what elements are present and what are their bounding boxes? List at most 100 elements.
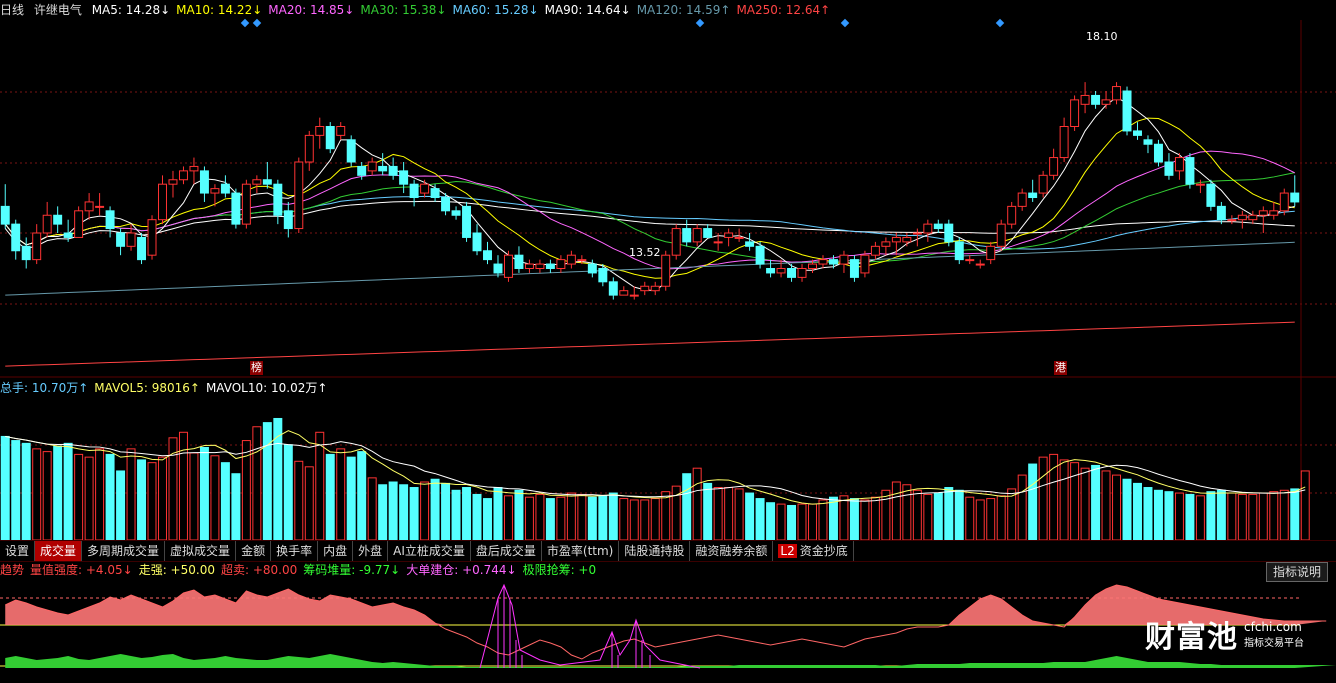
candle-body [514,254,524,269]
volume-bar [210,455,220,541]
tab-label: 成交量 [40,544,77,558]
candle-body [587,263,597,274]
candle-body [1269,210,1279,216]
indicator-legend-item-0: 趋势 [0,563,25,577]
tab-1[interactable]: 成交量 [35,541,83,561]
candle-body [556,259,566,269]
volume-bar [1279,489,1289,541]
tab-3[interactable]: 虚拟成交量 [165,541,237,561]
volume-bar [944,487,954,541]
candle-body [849,259,859,278]
volume-bar [923,493,933,541]
candle-body [0,205,10,225]
tab-4[interactable]: 金额 [236,541,272,561]
signal-diamond [995,18,1005,28]
tab-13[interactable]: L2 资金抄底 [773,541,854,561]
tab-7[interactable]: 外盘 [353,541,389,561]
volume-bar [776,503,786,541]
volume-legend-items: 总手: 10.70万↑ MAVOL5: 98016↑ MAVOL10: 10.02万… [0,381,333,395]
tab-6[interactable]: 内盘 [318,541,354,561]
volume-bar [745,492,755,541]
candle-body [462,205,472,238]
volume-bar [713,487,723,541]
candle-body [430,188,440,198]
volume-bar [1017,474,1027,541]
indicator-legend-item-4: 筹码堆量: -9.77↓ [303,563,401,577]
volume-bar [598,495,608,541]
volume-bar [378,484,388,541]
volume-bar [483,498,492,541]
candle-body [451,210,461,216]
candle-body [1164,161,1174,176]
candle-body [912,232,922,235]
candle-body [220,183,230,194]
candle-body [378,165,388,172]
tab-11[interactable]: 陆股通持股 [619,541,691,561]
candle-body [650,285,660,292]
volume-bar [1143,487,1153,541]
candle-body [503,254,513,278]
tab-2[interactable]: 多周期成交量 [82,541,166,561]
candle-body [703,228,713,238]
candle-body [32,232,42,261]
candle-body [137,236,147,261]
candle-body [357,165,367,176]
candle-body [1017,192,1027,207]
volume-bar [1091,464,1101,541]
candle-body [1122,90,1132,132]
volume-bar [315,431,325,541]
candle-body [828,259,838,265]
volume-bar [409,487,419,541]
volume-bar [734,488,744,541]
candle-body [682,228,692,243]
candle-body [1028,192,1038,198]
tab-0[interactable]: 设置 [0,541,36,561]
volume-bar [252,426,262,541]
volume-bar [178,431,188,541]
signal-diamond [840,18,850,28]
volume-bar [304,466,314,541]
volume-bar [682,473,692,541]
volume-bar [74,453,84,541]
indicator-legend-item-6: 极限抢筹: +0 [522,563,597,577]
tab-8[interactable]: AI立桩成交量 [388,541,471,561]
candle-body [891,236,901,243]
candle-body [262,179,272,185]
tab-10[interactable]: 市盈率(ttm) [542,541,620,561]
volume-bar [388,481,398,541]
candle-body [210,188,220,194]
candle-body [923,223,933,234]
candle-body [1007,205,1017,225]
indicator-legend-item-3: 超卖: +80.00 [220,563,298,577]
volume-bar [1258,492,1268,541]
candle-body [126,232,136,247]
tab-9[interactable]: 盘后成交量 [471,541,542,561]
volume-bar [11,440,21,541]
tab-5[interactable]: 换手率 [271,541,319,561]
volume-bar [881,489,891,541]
volume-bar [860,499,870,541]
volume-bar [818,499,828,541]
candle-body [608,281,618,296]
volume-bar [137,459,147,541]
candle-body [787,268,797,278]
volume-bar [608,492,618,541]
candle-body [1248,214,1258,221]
volume-bar [1101,470,1111,541]
tab-12[interactable]: 融资融券余额 [690,541,774,561]
tab-label: 内盘 [323,544,348,558]
volume-bar [357,451,367,541]
volume-bar [1049,453,1059,541]
candle-body [797,268,807,278]
volume-bar [420,481,430,541]
volume-bar [839,495,849,541]
candle-body [95,205,105,208]
indicator-help-button[interactable]: 指标说明 [1265,562,1328,582]
high-price-marker: 18.10 [1086,30,1118,43]
volume-bar [241,440,251,541]
volume-bar [84,456,94,541]
volume-bar [21,442,31,541]
volume-bar [975,499,985,541]
volume-bar [462,487,472,541]
candle-body [1216,205,1226,221]
